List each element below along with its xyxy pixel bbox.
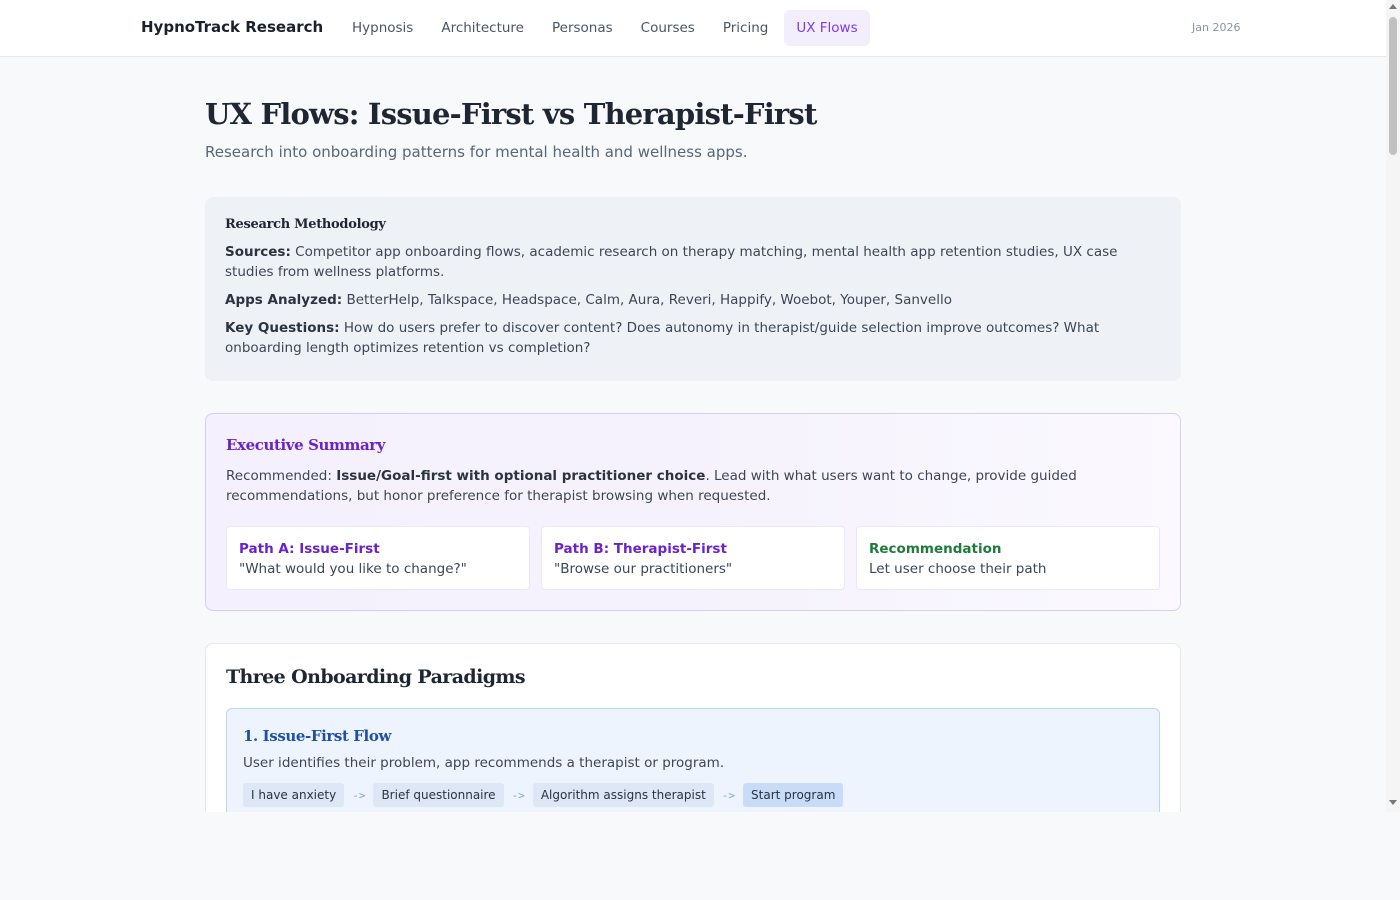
flow-title: 1. Issue-First Flow bbox=[243, 727, 391, 745]
path-card-title: Path B: Therapist-First bbox=[554, 541, 727, 557]
page-title: UX Flows: Issue-First vs Therapist-First bbox=[205, 97, 817, 131]
scrollbar-thumb[interactable] bbox=[1389, 17, 1397, 155]
nav-item-personas[interactable]: Personas bbox=[540, 10, 625, 46]
methodology-apps: Apps Analyzed: BetterHelp, Talkspace, He… bbox=[225, 290, 1161, 310]
arrow-icon: -> bbox=[721, 788, 736, 802]
flow-description: User identifies their problem, app recom… bbox=[243, 755, 725, 771]
path-card-desc: "Browse our practitioners" bbox=[554, 561, 733, 577]
summary-recommendation-bold: Issue/Goal-first with optional practitio… bbox=[336, 468, 706, 484]
arrow-icon: -> bbox=[511, 788, 525, 802]
vertical-scrollbar[interactable] bbox=[1386, 0, 1400, 812]
flow-steps: I have anxiety -> Brief questionnaire ->… bbox=[243, 783, 1143, 807]
nav-item-architecture[interactable]: Architecture bbox=[429, 10, 536, 46]
paradigms-heading: Three Onboarding Paradigms bbox=[226, 666, 526, 688]
path-cards: Path A: Issue-First "What would you like… bbox=[226, 526, 1171, 590]
methodology-questions: Key Questions: How do users prefer to di… bbox=[225, 318, 1161, 358]
apps-text: BetterHelp, Talkspace, Headspace, Calm, … bbox=[342, 292, 952, 308]
nav-item-hypnosis[interactable]: Hypnosis bbox=[340, 10, 425, 46]
research-methodology-panel: Research Methodology Sources: Competitor… bbox=[205, 197, 1181, 381]
flow-step-final: Start program bbox=[743, 783, 844, 807]
questions-label: Key Questions: bbox=[225, 320, 340, 336]
apps-label: Apps Analyzed: bbox=[225, 292, 343, 308]
executive-summary-text: Recommended: Issue/Goal-first with optio… bbox=[226, 466, 1160, 506]
flow-step: Brief questionnaire bbox=[373, 783, 504, 807]
flow-card-issue-first: 1. Issue-First Flow User identifies thei… bbox=[226, 708, 1160, 812]
top-navigation-bar: HypnoTrack Research Hypnosis Architectur… bbox=[0, 0, 1386, 57]
path-card-recommendation: Recommendation Let user choose their pat… bbox=[856, 526, 1160, 590]
methodology-heading: Research Methodology bbox=[225, 217, 386, 232]
nav-item-courses[interactable]: Courses bbox=[629, 10, 707, 46]
scroll-up-arrow-icon[interactable] bbox=[1389, 4, 1397, 9]
sources-label: Sources: bbox=[225, 244, 291, 260]
arrow-icon: -> bbox=[352, 788, 366, 802]
path-card-issue-first: Path A: Issue-First "What would you like… bbox=[226, 526, 530, 590]
date-label: Jan 2026 bbox=[1192, 21, 1241, 34]
flow-step: Algorithm assigns therapist bbox=[532, 783, 714, 807]
sources-text: Competitor app onboarding flows, academi… bbox=[225, 244, 1118, 280]
path-card-therapist-first: Path B: Therapist-First "Browse our prac… bbox=[541, 526, 845, 590]
main-content: UX Flows: Issue-First vs Therapist-First… bbox=[205, 57, 1181, 812]
nav-item-ux-flows[interactable]: UX Flows bbox=[784, 10, 870, 46]
path-card-title: Recommendation bbox=[869, 541, 1002, 557]
path-card-title: Path A: Issue-First bbox=[239, 541, 380, 557]
nav-item-pricing[interactable]: Pricing bbox=[711, 10, 781, 46]
path-card-desc: Let user choose their path bbox=[869, 561, 1047, 577]
page-subtitle: Research into onboarding patterns for me… bbox=[205, 143, 748, 161]
scroll-down-arrow-icon[interactable] bbox=[1389, 800, 1397, 805]
brand-logo-text[interactable]: HypnoTrack Research bbox=[141, 18, 323, 36]
methodology-sources: Sources: Competitor app onboarding flows… bbox=[225, 242, 1161, 282]
summary-intro: Recommended: bbox=[226, 468, 337, 484]
main-nav: Hypnosis Architecture Personas Courses P… bbox=[340, 10, 874, 46]
flow-step: I have anxiety bbox=[243, 783, 345, 807]
path-card-desc: "What would you like to change?" bbox=[239, 561, 467, 577]
executive-summary-panel: Executive Summary Recommended: Issue/Goa… bbox=[205, 413, 1181, 611]
onboarding-paradigms-section: Three Onboarding Paradigms 1. Issue-Firs… bbox=[205, 643, 1181, 812]
questions-text: How do users prefer to discover content?… bbox=[225, 320, 1100, 356]
executive-summary-heading: Executive Summary bbox=[226, 436, 386, 454]
